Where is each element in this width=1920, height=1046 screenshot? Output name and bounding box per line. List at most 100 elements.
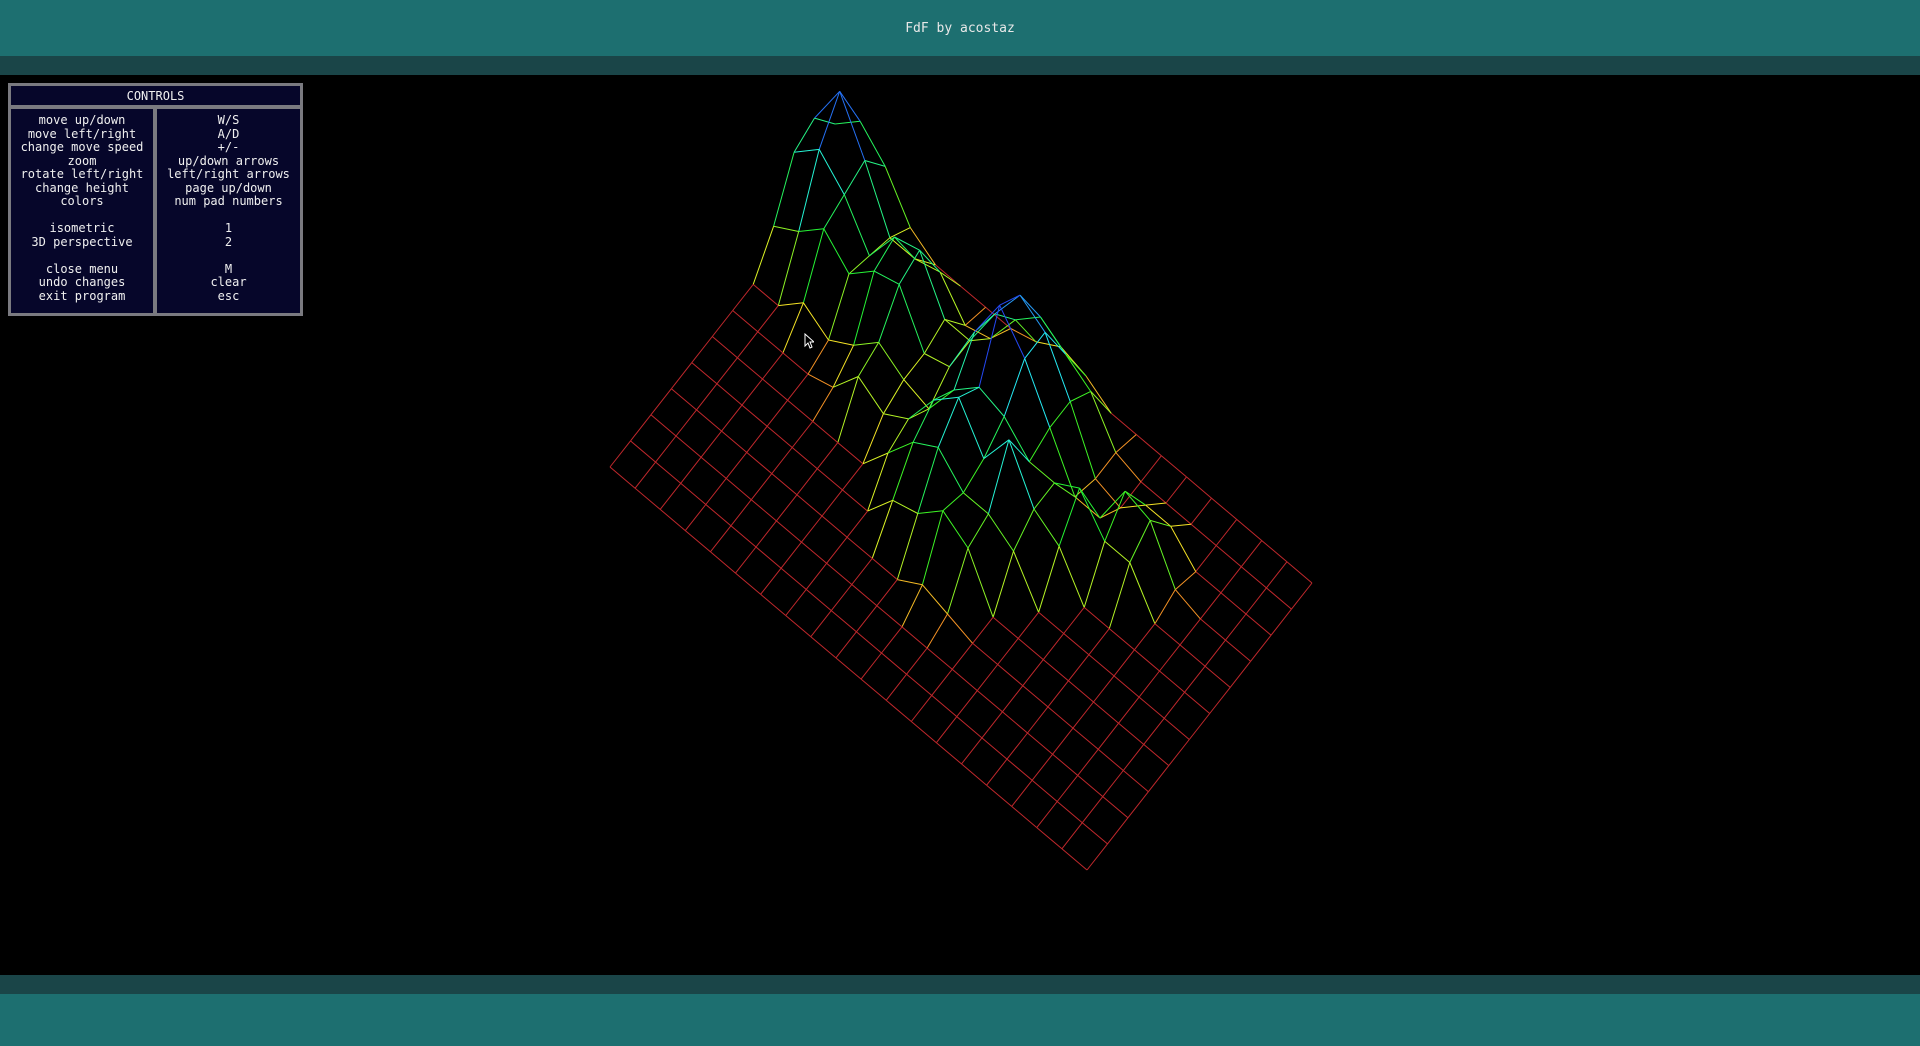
wireframe-edge: [757, 305, 779, 333]
wireframe-edge: [936, 742, 962, 765]
wireframe-edge: [802, 228, 825, 303]
wireframe-edge: [1068, 654, 1090, 682]
wireframe-edge: [967, 547, 994, 618]
wireframe-edge: [951, 668, 978, 691]
wireframe-edge: [856, 631, 882, 654]
wireframe-edge: [737, 331, 759, 359]
wireframe-edge: [846, 536, 873, 559]
wireframe-edge: [1154, 623, 1181, 646]
wireframe-edge: [801, 515, 823, 543]
wireframe-edge: [691, 362, 718, 385]
wireframe-edge: [609, 466, 636, 489]
wireframe-edge: [812, 387, 834, 422]
wireframe-edge: [910, 721, 937, 744]
wireframe-edge: [1240, 566, 1267, 589]
wireframe-edge: [782, 352, 809, 375]
wireframe-edge: [1102, 770, 1124, 797]
control-key-label: up/down arrows: [177, 153, 280, 168]
wireframe-edge: [897, 579, 923, 586]
wireframe-edge: [1056, 801, 1083, 824]
wireframe-edge: [1036, 801, 1058, 828]
wireframe-edge: [750, 473, 773, 501]
wireframe-edge: [832, 376, 859, 388]
wireframe-edge: [1024, 358, 1051, 428]
wireframe-edge: [871, 558, 898, 580]
menu-spacer: [157, 209, 300, 223]
wireframe-edge: [1086, 843, 1108, 871]
wireframe-edge: [807, 373, 834, 388]
wireframe-edge: [798, 228, 824, 232]
wireframe-edge: [1042, 633, 1065, 660]
wireframe-edge: [1033, 482, 1055, 510]
wireframe-edge: [1174, 589, 1201, 620]
wireframe-edge: [843, 160, 866, 195]
wireframe-edge: [680, 456, 702, 484]
wireframe-edge: [1095, 478, 1121, 509]
wireframe-edge: [937, 447, 964, 493]
wireframe-edge: [1063, 633, 1090, 656]
wireframe-edge: [1011, 779, 1033, 807]
wireframe-edge: [828, 273, 850, 341]
wireframe-edge: [972, 642, 999, 665]
wireframe-edge: [741, 378, 763, 406]
wireframe-edge: [1118, 696, 1140, 724]
wireframe-edge: [1165, 476, 1187, 504]
wireframe-edge: [691, 336, 713, 363]
wireframe-edge: [906, 647, 928, 675]
wireframe-edge: [816, 442, 839, 470]
wireframe-edge: [810, 610, 832, 638]
wireframe-edge: [1049, 401, 1071, 428]
wireframe-edge: [994, 294, 1021, 315]
wireframe-edge: [962, 492, 989, 515]
wireframe-edge: [1270, 608, 1292, 636]
wireframe-edge: [725, 452, 748, 479]
wireframe-edge: [1038, 611, 1065, 634]
wireframe-edge: [1229, 660, 1251, 688]
wireframe-edge: [908, 399, 934, 420]
wireframe-edge: [1143, 744, 1170, 766]
control-action-label: exit program: [38, 288, 126, 303]
wireframe-edge: [1115, 434, 1137, 453]
wireframe-edge: [987, 439, 1010, 515]
wireframe-edge: [766, 399, 788, 427]
wireframe-edge: [1013, 550, 1040, 613]
wireframe-edge: [1148, 765, 1170, 793]
window-bottombar: [0, 994, 1920, 1046]
menu-spacer: [11, 209, 153, 223]
wireframe-edge: [776, 494, 798, 522]
wireframe-edge: [884, 166, 911, 228]
control-key-label: 1: [224, 221, 233, 235]
wireframe-edge: [1118, 722, 1145, 745]
wireframe-edge: [1134, 649, 1160, 672]
control-key-label: left/right arrows: [167, 167, 290, 181]
wireframe-edge: [1143, 717, 1165, 745]
wireframe-edge: [1011, 806, 1038, 828]
wireframe-edge: [680, 482, 707, 505]
wireframe-edge: [730, 525, 757, 548]
wireframe-edge: [931, 695, 958, 717]
control-key-label: A/D: [217, 126, 240, 141]
wireframe-edge: [1069, 390, 1091, 402]
wireframe-edge: [1099, 490, 1126, 519]
wireframe-edge: [1266, 587, 1292, 610]
wireframe-edge: [725, 478, 752, 501]
wireframe-edge: [1240, 540, 1263, 568]
wireframe-edge: [1184, 665, 1206, 693]
wireframe-edge: [1168, 739, 1190, 766]
wireframe-edge: [1245, 587, 1267, 615]
wireframe-edge: [958, 397, 985, 459]
wireframe-edge: [1036, 827, 1063, 850]
wireframe-edge: [671, 362, 693, 390]
control-action-label: zoom: [67, 153, 97, 168]
wireframe-edge: [1077, 775, 1104, 797]
wireframe-edge: [785, 589, 807, 616]
wireframe-edge: [1056, 775, 1079, 802]
wireframe-edge: [1120, 504, 1146, 509]
wireframe-edge: [1174, 571, 1197, 590]
wireframe-edge: [1145, 502, 1167, 506]
wireframe-edge: [757, 331, 784, 354]
wireframe-edge: [737, 357, 763, 380]
wireframe-edge: [1108, 562, 1131, 629]
wireframe-edge: [1061, 822, 1083, 850]
window-titlebar[interactable]: FdF by acostaz: [0, 0, 1920, 56]
